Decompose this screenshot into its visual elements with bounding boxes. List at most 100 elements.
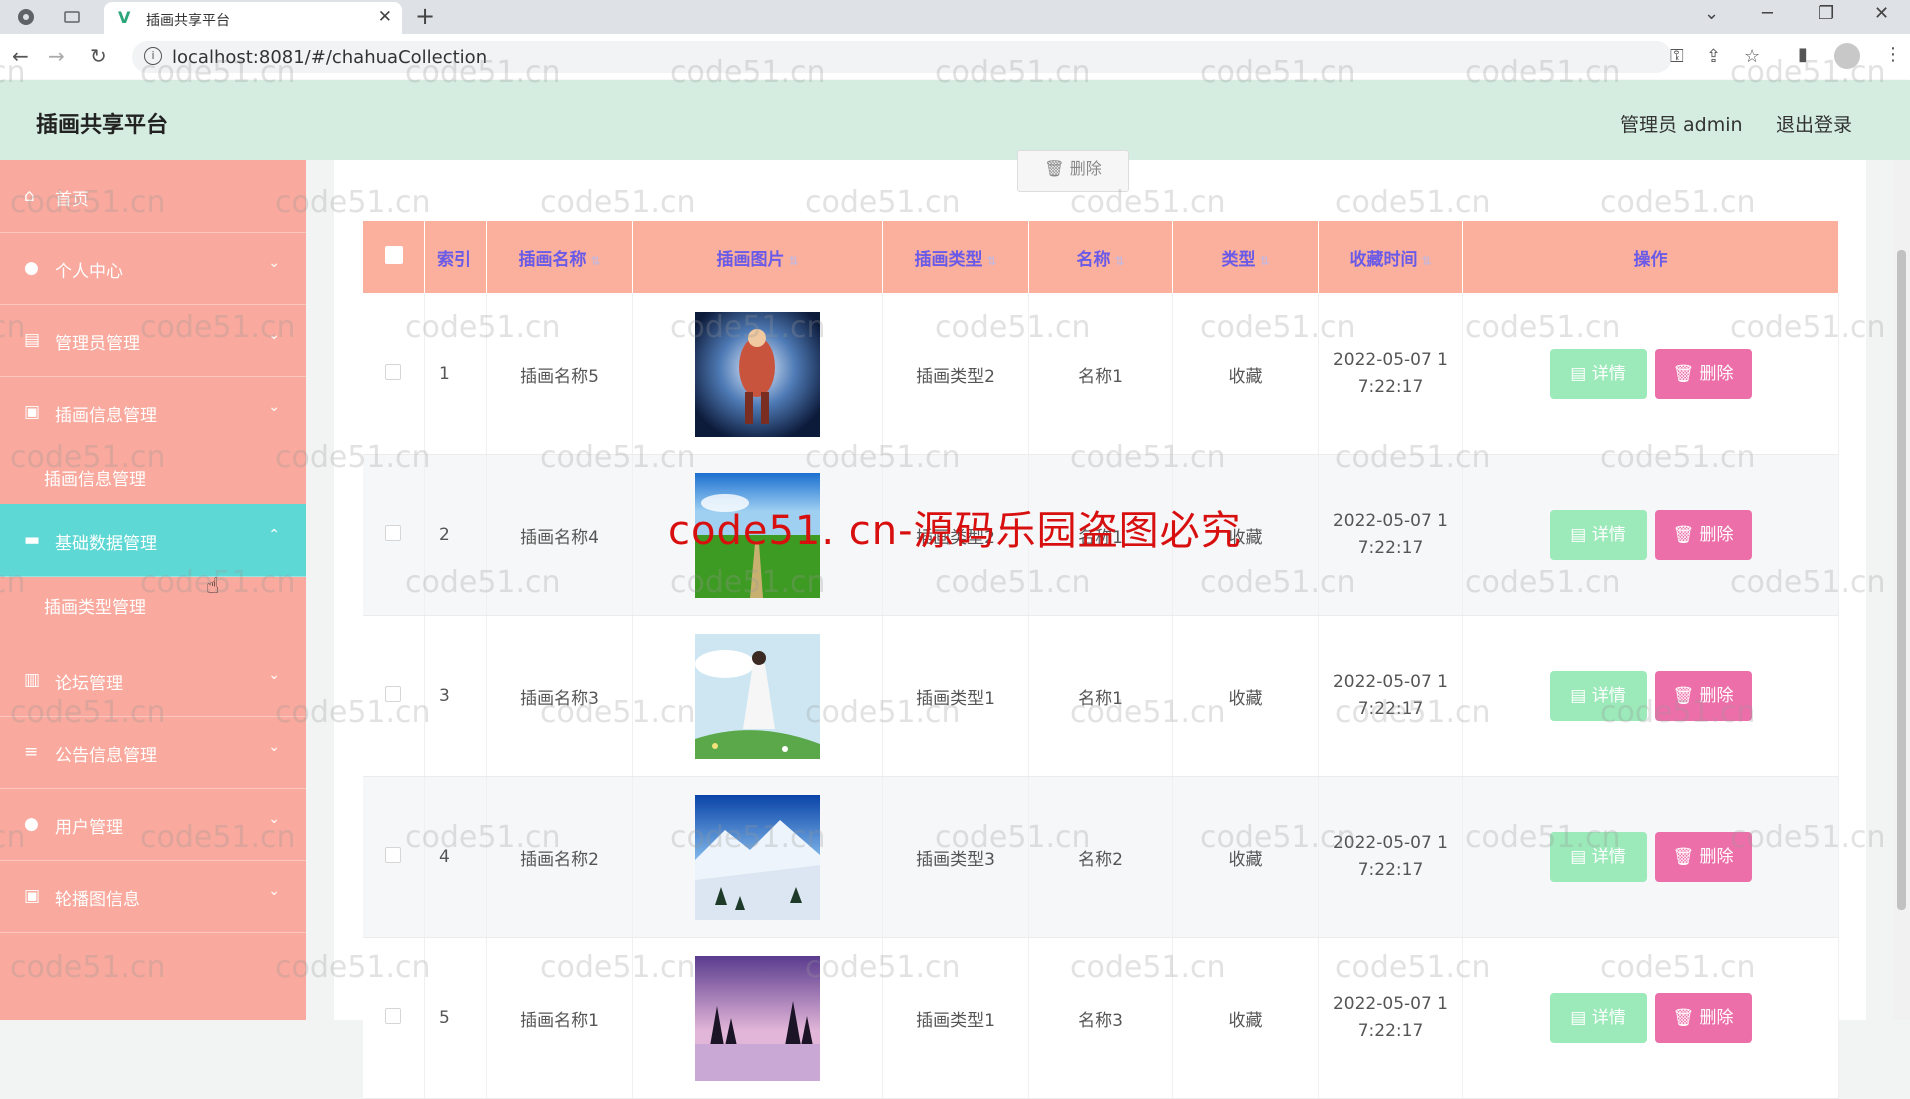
sidebar-item-basic-data[interactable]: ▬ 基础数据管理 ⌃ [0,504,306,577]
sort-icon[interactable]: ⇅ [1259,254,1269,268]
row-checkbox-cell[interactable] [362,937,425,1099]
logout-link[interactable]: 退出登录 [1776,110,1852,137]
illustration-thumbnail[interactable] [695,311,820,437]
detail-button[interactable]: ▤ 详情 [1549,349,1647,399]
sidebar-item-admins[interactable]: ▤ 管理员管理 ⌄ [0,304,306,377]
key-icon[interactable]: ⚿ [1670,46,1684,67]
chevron-down-icon: ⌄ [268,667,280,683]
checkbox[interactable] [385,524,402,541]
button-label: 详情 [1591,847,1626,867]
checkbox[interactable] [384,245,403,264]
app-header: 插画共享平台 管理员 admin 退出登录 [0,80,1910,160]
sidepanel-icon[interactable]: ▮ [1798,44,1808,65]
star-icon[interactable]: ☆ [1744,46,1760,67]
detail-button[interactable]: ▤ 详情 [1549,993,1647,1043]
cell-name: 插画名称5 [486,293,633,455]
url-text[interactable]: localhost:8081/#/chahuaCollection [172,47,487,68]
cell-index: 1 [424,293,487,455]
sidebar-subitem-illustration-types[interactable]: 插画类型管理 [0,576,306,632]
home-icon: ⌂ [24,186,35,206]
browser-tab[interactable]: V 插画共享平台 ✕ [104,2,402,34]
cell-index: 3 [424,615,487,777]
detail-button[interactable]: ▤ 详情 [1549,671,1647,721]
restore-icon[interactable]: ❐ [1818,3,1834,24]
pinned-tab-icon[interactable] [62,7,82,27]
scrollbar[interactable] [1893,160,1910,1020]
sidebar-item-forum[interactable]: ▥ 论坛管理 ⌄ [0,644,306,717]
sidebar-item-notices[interactable]: ≡ 公告信息管理 ⌄ [0,716,306,789]
sidebar-item-users[interactable]: ● 用户管理 ⌄ [0,788,306,861]
profile-avatar[interactable] [1834,43,1860,69]
chart-icon: ▥ [24,670,41,690]
illustration-thumbnail[interactable] [695,794,820,920]
sidebar-item-label: 管理员管理 [55,334,140,354]
browser-toolbar: ← → ↻ i localhost:8081/#/chahuaCollectio… [0,34,1910,81]
address-bar[interactable]: i localhost:8081/#/chahuaCollection ⚿ ⇪ … [132,41,1760,73]
batch-delete-button[interactable]: 🗑 删除 [1017,150,1129,192]
site-info-icon[interactable]: i [144,47,162,65]
delete-button[interactable]: 🗑 删除 [1654,349,1752,399]
column-header-time[interactable]: 收藏时间 ⇅ [1318,220,1463,294]
delete-button[interactable]: 🗑 删除 [1654,832,1752,882]
sort-icon[interactable]: ⇅ [788,254,798,268]
cell-kind: 收藏 [1172,615,1319,777]
sidebar-item-illustrations[interactable]: ▣ 插画信息管理 ⌄ [0,376,306,448]
illustration-thumbnail[interactable] [695,633,820,759]
detail-button[interactable]: ▤ 详情 [1549,510,1647,560]
checkbox[interactable] [385,363,402,380]
delete-button[interactable]: 🗑 删除 [1654,510,1752,560]
sort-icon[interactable]: ⇅ [1114,254,1124,268]
collection-table: 索引 插画名称 ⇅ 插画图片 ⇅ 插画类型 ⇅ 名称 ⇅ 类型 ⇅ 收藏时间 ⇅ 操作 1插… [362,220,1839,1099]
select-all-checkbox[interactable] [362,220,425,294]
cell-type: 插画类型3 [882,776,1029,938]
tab-title: 插画共享平台 [146,13,230,29]
tab-search-icon[interactable]: ⌄ [1704,3,1719,24]
back-icon[interactable]: ← [12,44,29,68]
new-tab-icon[interactable]: + [415,2,435,30]
delete-button[interactable]: 🗑 删除 [1654,993,1752,1043]
sidebar-subitem-illustration-info[interactable]: 插画信息管理 [0,448,306,504]
pinned-tab-icon[interactable] [16,7,36,27]
close-tab-icon[interactable]: ✕ [378,7,392,27]
row-checkbox-cell[interactable] [362,293,425,455]
column-header-type[interactable]: 插画类型 ⇅ [882,220,1029,294]
row-checkbox-cell[interactable] [362,615,425,777]
column-header-name[interactable]: 插画名称 ⇅ [486,220,633,294]
column-header-image[interactable]: 插画图片 ⇅ [632,220,883,294]
sidebar-item-profile[interactable]: ● 个人中心 ⌄ [0,232,306,305]
share-icon[interactable]: ⇪ [1706,46,1721,67]
chevron-up-icon: ⌃ [268,527,280,543]
checkbox[interactable] [385,685,402,702]
forward-icon[interactable]: → [48,44,65,68]
button-label: 删除 [1699,364,1734,384]
illustration-thumbnail[interactable] [695,955,820,1081]
cell-time: 2022-05-07 1 7:22:17 [1318,615,1463,777]
scrollbar-thumb[interactable] [1897,250,1906,910]
trash-icon: 🗑 [1672,525,1700,545]
sidebar-item-label: 插画类型管理 [44,598,146,618]
checkbox[interactable] [385,1007,402,1024]
delete-button[interactable]: 🗑 删除 [1654,671,1752,721]
sidebar-item-carousel[interactable]: ▣ 轮播图信息 ⌄ [0,860,306,933]
minimize-icon[interactable]: ─ [1762,3,1773,24]
sidebar-item-home[interactable]: ⌂ 首页 [0,160,306,233]
browser-menu-icon[interactable]: ⋮ [1884,44,1902,65]
reload-icon[interactable]: ↻ [90,44,107,68]
sort-icon[interactable]: ⇅ [1421,254,1431,268]
table-row: 4 插画名称2 插画类型3 名称2 收藏 2022-05-07 1 7:22:17 ▤ 详情 🗑… [362,776,1839,938]
button-label: 详情 [1591,686,1626,706]
header-label: 操作 [1633,249,1668,270]
window-close-icon[interactable]: ✕ [1874,3,1889,24]
row-checkbox-cell[interactable] [362,454,425,616]
sort-icon[interactable]: ⇅ [590,254,600,268]
row-checkbox-cell[interactable] [362,776,425,938]
checkbox[interactable] [385,846,402,863]
cell-image [632,615,883,777]
table-row: 3 插画名称3 插画类型1 名称1 收藏 2022-05-07 1 7:22:17 ▤ 详情 🗑… [362,615,1839,777]
detail-button[interactable]: ▤ 详情 [1549,832,1647,882]
sidebar-item-label: 用户管理 [55,818,123,838]
sort-icon[interactable]: ⇅ [986,254,996,268]
clipboard-icon: ▣ [24,886,41,906]
column-header-title[interactable]: 名称 ⇅ [1028,220,1173,294]
column-header-kind[interactable]: 类型 ⇅ [1172,220,1319,294]
